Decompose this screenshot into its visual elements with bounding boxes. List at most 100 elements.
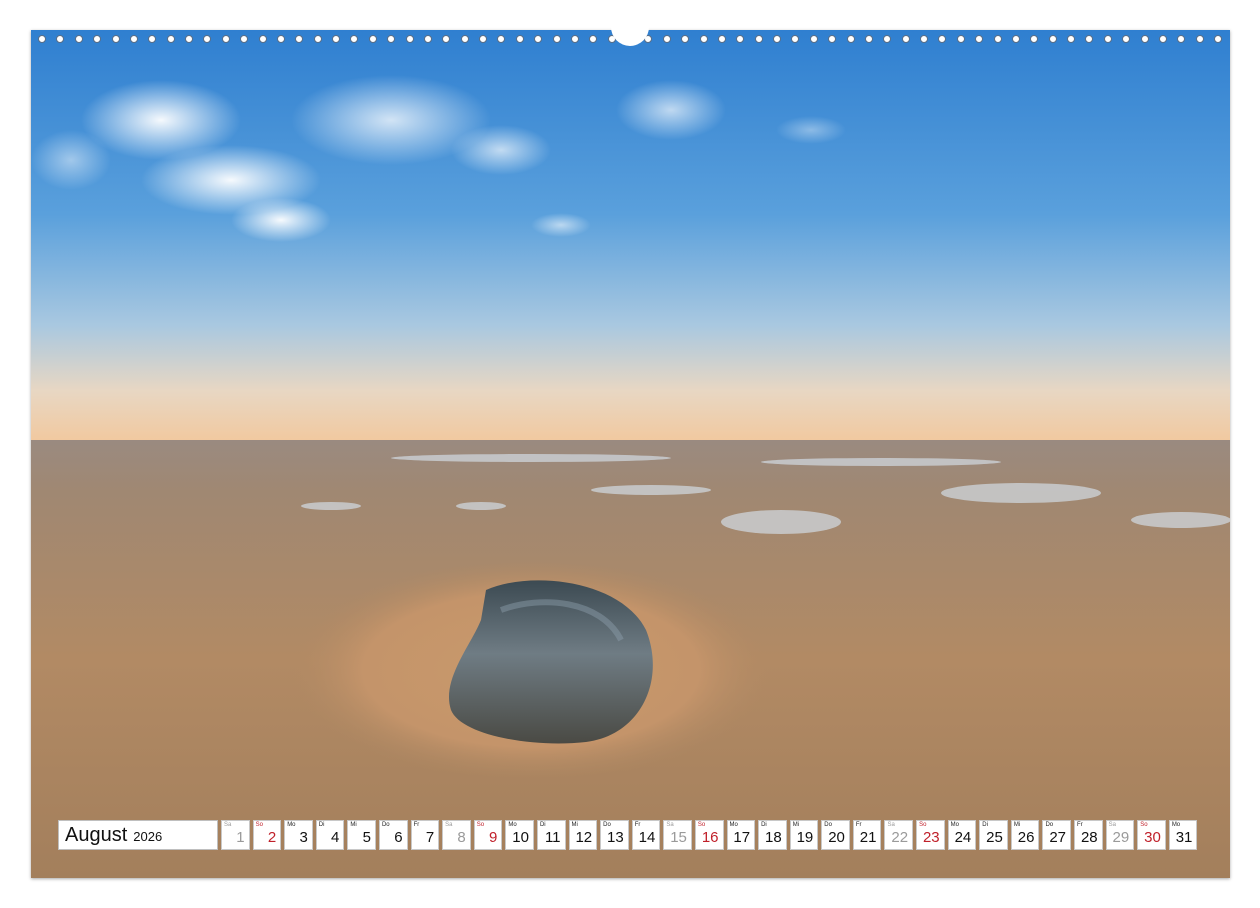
weekday-label: Mo bbox=[950, 822, 959, 828]
binding-hole bbox=[38, 34, 46, 43]
binding-hole bbox=[240, 34, 249, 43]
day-number: 25 bbox=[986, 829, 1003, 846]
binding-hole bbox=[166, 34, 175, 43]
binding-hole bbox=[1085, 34, 1094, 43]
landscape-photo bbox=[31, 30, 1230, 878]
binding-hole bbox=[258, 34, 267, 43]
day-cell: Di 25 bbox=[979, 820, 1008, 850]
weekday-label: Do bbox=[381, 822, 390, 828]
binding-hole bbox=[1214, 34, 1222, 43]
day-cell: Mi 26 bbox=[1010, 820, 1040, 850]
day-cell: Sa 8 bbox=[442, 820, 471, 850]
weekday-label: Do bbox=[603, 822, 611, 828]
day-cell: Mi 5 bbox=[347, 820, 376, 850]
binding-hole bbox=[221, 34, 230, 43]
weekday-label: Mo bbox=[1171, 822, 1181, 828]
day-number: 4 bbox=[331, 829, 340, 846]
day-cell: So 23 bbox=[916, 820, 945, 850]
binding-hole bbox=[570, 34, 579, 43]
binding-hole bbox=[993, 34, 1002, 43]
binding-hole bbox=[479, 34, 487, 43]
day-number: 30 bbox=[1144, 829, 1161, 846]
binding-hole bbox=[662, 34, 671, 43]
day-number: 26 bbox=[1017, 829, 1035, 846]
day-number: 17 bbox=[733, 829, 751, 846]
day-cell: Mo 3 bbox=[284, 820, 313, 850]
binding-hole bbox=[93, 34, 102, 43]
binding-hole bbox=[129, 34, 138, 43]
binding-hole bbox=[552, 34, 561, 43]
day-number: 19 bbox=[796, 829, 814, 846]
day-cell: So 9 bbox=[473, 820, 503, 850]
binding-hole bbox=[276, 34, 285, 43]
calendar-binding bbox=[0, 26, 1260, 50]
weekday-label: Mi bbox=[792, 822, 800, 828]
day-cell: Mo 17 bbox=[726, 820, 756, 850]
weekday-label: Fr bbox=[413, 822, 420, 828]
day-cell: So 30 bbox=[1137, 820, 1166, 850]
binding-hole bbox=[1011, 34, 1020, 43]
day-cell: So 2 bbox=[252, 820, 282, 850]
day-number: 27 bbox=[1049, 829, 1067, 846]
day-number: 7 bbox=[425, 829, 435, 846]
binding-hole bbox=[773, 34, 781, 43]
binding-hole bbox=[497, 34, 506, 43]
day-number: 13 bbox=[607, 829, 624, 846]
day-number: 10 bbox=[512, 829, 529, 846]
day-cell: Fr 28 bbox=[1074, 820, 1103, 850]
binding-hole bbox=[185, 34, 193, 43]
binding-hole bbox=[56, 34, 65, 43]
binding-hole bbox=[148, 34, 157, 43]
day-number: 2 bbox=[267, 829, 277, 846]
binding-hole bbox=[681, 34, 690, 43]
day-number: 15 bbox=[670, 829, 687, 846]
binding-hole bbox=[901, 34, 910, 43]
day-cell: Mo 10 bbox=[505, 820, 534, 850]
day-number: 28 bbox=[1080, 829, 1098, 846]
month-year: 2026 bbox=[133, 829, 163, 844]
weekday-label: Fr bbox=[855, 822, 862, 828]
month-label-box: August 2026 bbox=[58, 820, 218, 850]
weekday-label: Mo bbox=[508, 822, 517, 828]
binding-hole bbox=[460, 34, 469, 43]
day-number: 29 bbox=[1112, 829, 1130, 846]
day-cell: Do 27 bbox=[1042, 820, 1072, 850]
day-cell: Di 18 bbox=[758, 820, 787, 850]
binding-hole bbox=[111, 34, 120, 43]
month-name: August bbox=[65, 823, 128, 846]
weekday-label: Di bbox=[982, 822, 988, 828]
day-number: 5 bbox=[362, 829, 371, 846]
binding-hole bbox=[717, 34, 726, 43]
day-number: 6 bbox=[394, 829, 403, 846]
binding-hole bbox=[515, 34, 524, 43]
binding-hole bbox=[534, 34, 543, 43]
day-cell: Sa 22 bbox=[884, 820, 914, 850]
weekday-label: Sa bbox=[666, 822, 674, 828]
day-cell: Mi 19 bbox=[789, 820, 819, 850]
weekday-label: Fr bbox=[1077, 822, 1083, 828]
binding-hole bbox=[956, 34, 965, 43]
binding-hole bbox=[589, 34, 598, 43]
binding-hole bbox=[423, 34, 432, 43]
day-number: 31 bbox=[1175, 829, 1193, 846]
day-number: 20 bbox=[828, 829, 845, 846]
binding-hole bbox=[864, 34, 873, 43]
day-number: 14 bbox=[638, 829, 656, 846]
binding-hole bbox=[1195, 34, 1204, 43]
day-cell: Sa 15 bbox=[663, 820, 692, 850]
binding-hole bbox=[791, 34, 800, 43]
day-cell: Fr 7 bbox=[410, 820, 440, 850]
day-number: 3 bbox=[299, 829, 308, 846]
day-cell: Mo 24 bbox=[947, 820, 977, 850]
binding-hole bbox=[295, 34, 304, 43]
calendar-strip: August 2026 Sa 1 So 2 Mo 3 Di 4 Mi 5 Do 6 Fr 7 Sa 8 So 9 M… bbox=[58, 820, 1198, 850]
binding-hole bbox=[975, 34, 984, 43]
weekday-label: Do bbox=[824, 822, 832, 828]
weekday-label: Mo bbox=[287, 822, 296, 828]
day-cell: Mi 12 bbox=[568, 820, 598, 850]
binding-hole bbox=[313, 34, 322, 43]
day-number: 23 bbox=[922, 829, 940, 846]
day-cell: Sa 1 bbox=[221, 820, 250, 850]
day-cell: Do 6 bbox=[378, 820, 408, 850]
mudflat-scene bbox=[31, 30, 1230, 878]
